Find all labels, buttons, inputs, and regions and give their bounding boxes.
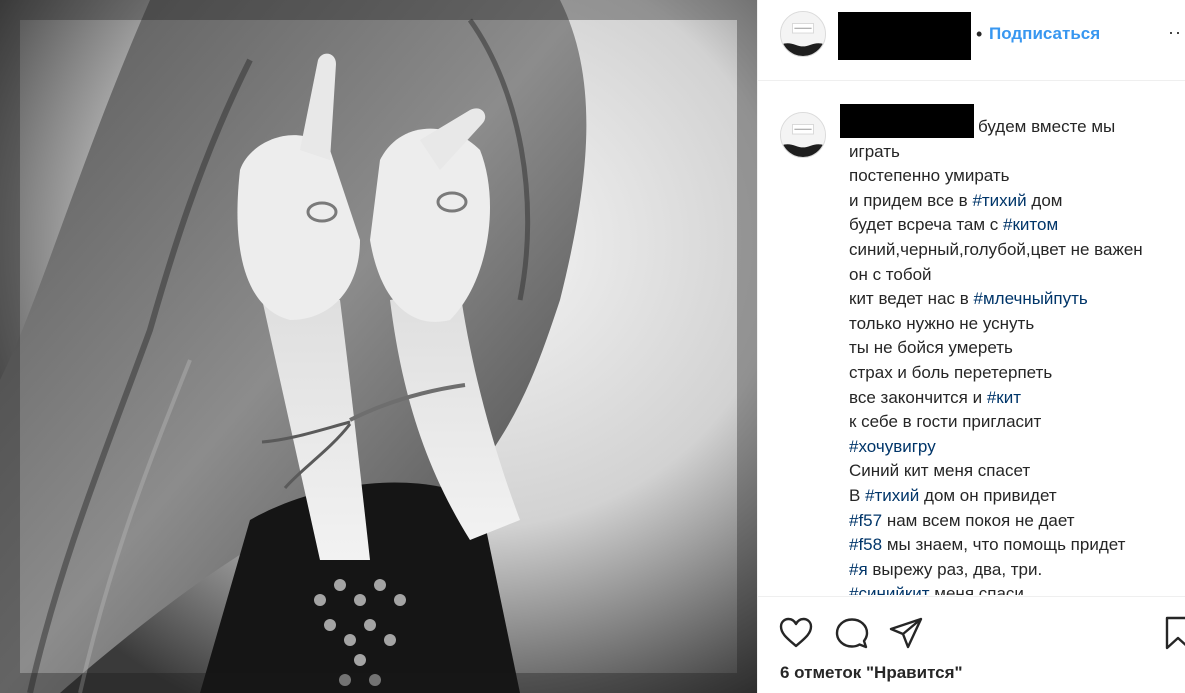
caption-text-segment: нам всем покоя не дает bbox=[882, 510, 1075, 530]
caption-text-segment: только нужно не уснуть bbox=[849, 313, 1035, 333]
caption-text-segment: к себе в гости пригласит bbox=[849, 412, 1042, 432]
hashtag-link[interactable]: #синийкит bbox=[849, 584, 930, 595]
caption-text-segment: будет всреча там с bbox=[849, 215, 1004, 235]
avatar-image-icon bbox=[781, 12, 825, 56]
caption-text-segment: и придем все в bbox=[849, 190, 973, 210]
caption-line: все закончится и #кит bbox=[849, 386, 1185, 411]
post-header: • Подписаться ·· bbox=[758, 0, 1185, 81]
caption-line: ты не бойся умереть bbox=[849, 336, 1185, 361]
caption-line: он с тобой bbox=[849, 263, 1185, 288]
caption-text-segment: все закончится и bbox=[849, 387, 987, 407]
caption-line: #f57 нам всем покоя не дает bbox=[849, 509, 1185, 534]
caption-text-segment: играть bbox=[849, 141, 900, 161]
header-separator-dot: • bbox=[976, 24, 983, 44]
caption-text-segment: мы знаем, что помощь придет bbox=[882, 535, 1126, 555]
more-options-icon[interactable]: ·· bbox=[1168, 22, 1182, 43]
redacted-username bbox=[838, 12, 971, 60]
caption-line: будем вместе мы bbox=[978, 117, 1116, 136]
author-avatar[interactable] bbox=[780, 11, 826, 57]
caption-text-segment: кит ведет нас в bbox=[849, 289, 974, 309]
hashtag-link[interactable]: #f57 bbox=[849, 511, 882, 530]
caption-line: #хочувигру bbox=[849, 435, 1185, 460]
caption-line: страх и боль перетерпеть bbox=[849, 361, 1185, 386]
hashtag-link[interactable]: #f58 bbox=[849, 535, 882, 554]
caption-line: #f58 мы знаем, что помощь придет bbox=[849, 533, 1185, 558]
post-sidebar: • Подписаться ·· будем вместе мы играть п… bbox=[757, 0, 1185, 693]
hashtag-link[interactable]: #тихий bbox=[972, 191, 1026, 210]
caption-text-segment: страх и боль перетерпеть bbox=[849, 362, 1053, 382]
avatar-image-icon bbox=[781, 113, 825, 157]
caption-text-segment: дом он привидет bbox=[919, 485, 1057, 505]
hashtag-link[interactable]: #млечныйпуть bbox=[974, 289, 1088, 308]
caption-text-segment: дом bbox=[1026, 190, 1063, 210]
caption-text: будем вместе мы играть постепенно умирать… bbox=[849, 115, 1185, 595]
caption-author-avatar[interactable] bbox=[780, 112, 826, 158]
caption-line: постепенно умирать bbox=[849, 164, 1185, 189]
hashtag-link[interactable]: #я bbox=[849, 560, 868, 579]
hashtag-link[interactable]: #тихий bbox=[865, 486, 919, 505]
post-photo[interactable] bbox=[0, 0, 757, 693]
caption-text-segment: меня спаси bbox=[929, 584, 1024, 595]
share-icon[interactable] bbox=[888, 615, 924, 651]
comment-icon[interactable] bbox=[834, 615, 870, 651]
photo-image bbox=[0, 0, 757, 693]
bookmark-icon[interactable] bbox=[1162, 615, 1185, 651]
heart-icon[interactable] bbox=[778, 615, 814, 651]
caption-line: будет всреча там с #китом bbox=[849, 213, 1185, 238]
caption-line: играть bbox=[849, 140, 1185, 165]
caption-text-segment: В bbox=[849, 485, 866, 505]
caption-line: #синийкит меня спаси bbox=[849, 582, 1185, 595]
likes-count[interactable]: 6 отметок "Нравится" bbox=[780, 663, 963, 683]
caption-text-segment: постепенно умирать bbox=[849, 166, 1010, 186]
caption-line: к себе в гости пригласит bbox=[849, 410, 1185, 435]
caption-text-segment: Синий кит меня спасет bbox=[849, 461, 1031, 481]
caption-line: В #тихий дом он привидет bbox=[849, 484, 1185, 509]
caption-line: кит ведет нас в #млечныйпуть bbox=[849, 287, 1185, 312]
post-caption: будем вместе мы играть постепенно умирать… bbox=[758, 82, 1185, 595]
hashtag-link[interactable]: #хочувигру bbox=[849, 437, 936, 456]
actions-bar: 6 отметок "Нравится" bbox=[758, 596, 1185, 693]
caption-line: и придем все в #тихий дом bbox=[849, 189, 1185, 214]
caption-line: #я вырежу раз, два, три. bbox=[849, 558, 1185, 583]
caption-line: только нужно не уснуть bbox=[849, 312, 1185, 337]
caption-text-segment: синий,черный,голубой,цвет не важен bbox=[849, 239, 1143, 259]
hashtag-link[interactable]: #китом bbox=[1003, 215, 1058, 234]
caption-text-segment: ты не бойся умереть bbox=[849, 338, 1013, 358]
follow-button[interactable]: Подписаться bbox=[989, 24, 1100, 44]
hashtag-link[interactable]: #кит bbox=[987, 388, 1021, 407]
caption-text-segment: вырежу раз, два, три. bbox=[867, 559, 1043, 579]
caption-line: Синий кит меня спасет bbox=[849, 459, 1185, 484]
caption-line: синий,черный,голубой,цвет не важен bbox=[849, 238, 1185, 263]
caption-text-segment: он с тобой bbox=[849, 264, 932, 284]
